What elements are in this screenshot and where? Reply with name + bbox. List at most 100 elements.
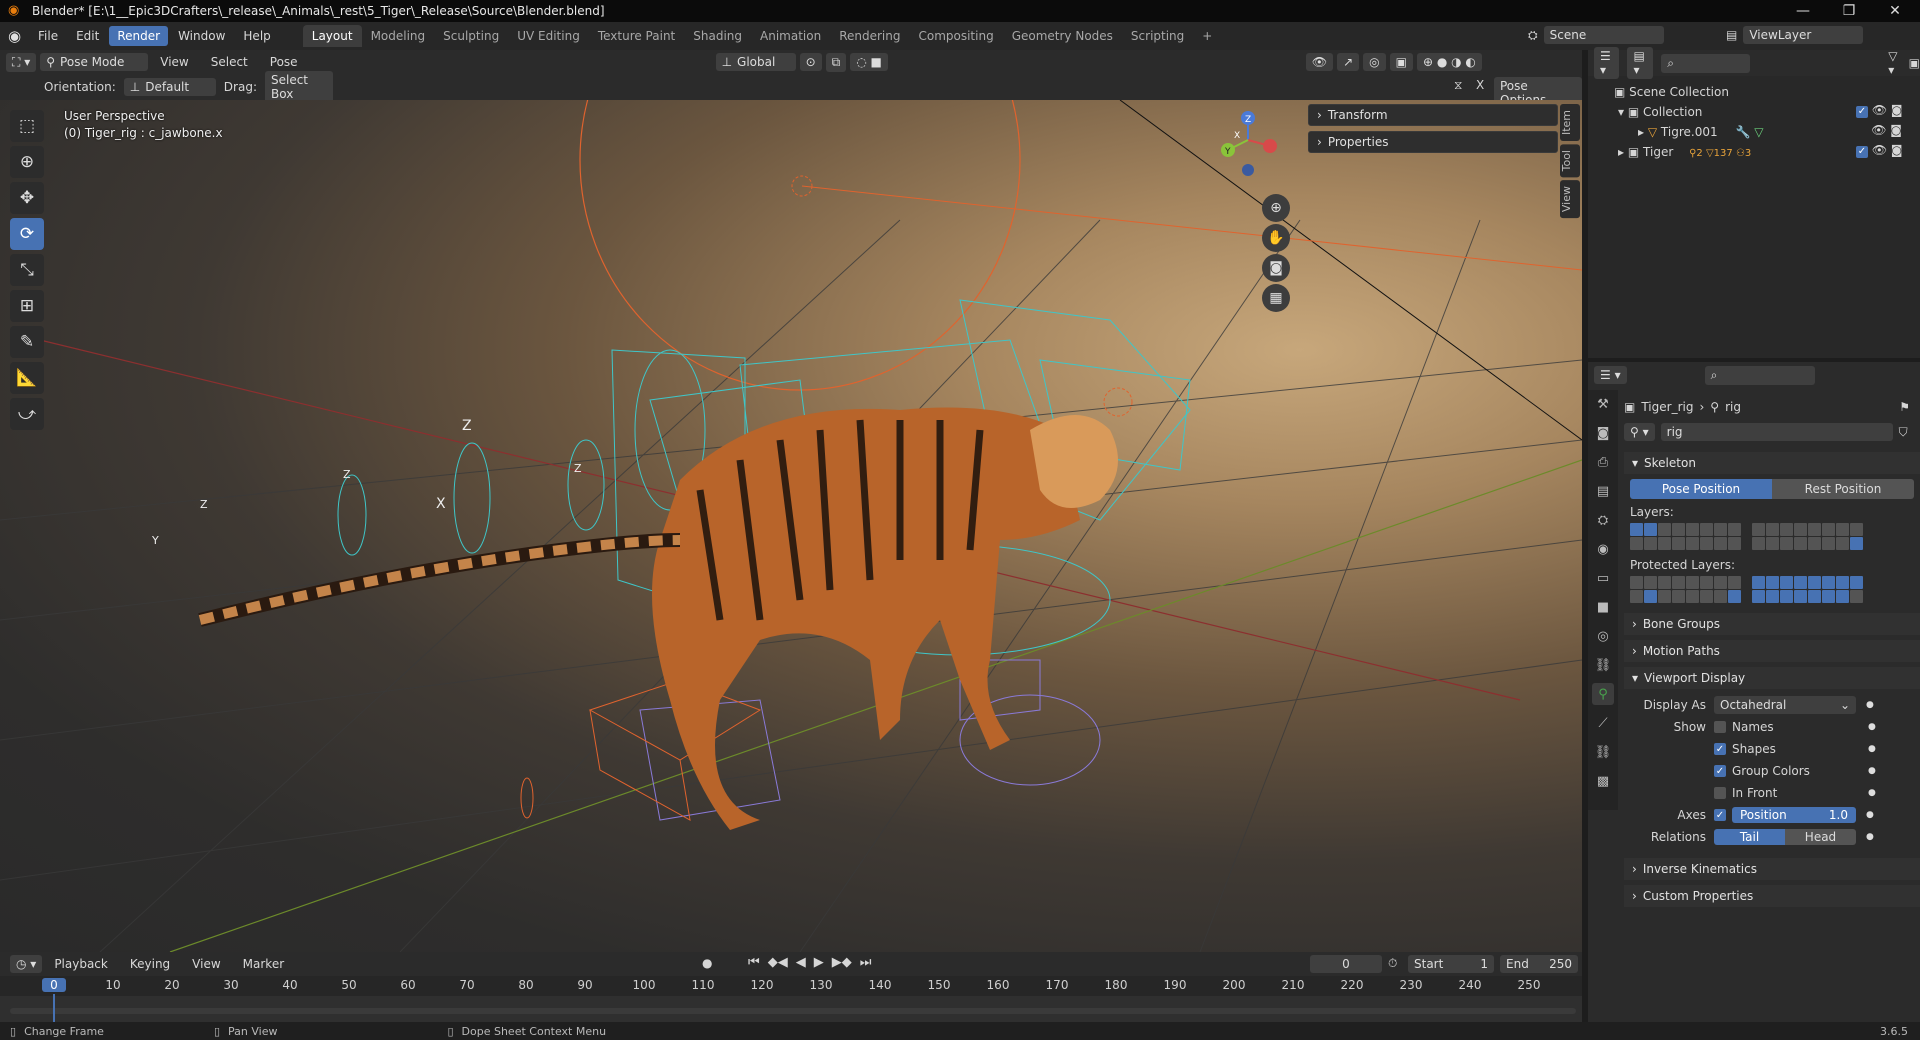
editor-type-icon[interactable]: ⛶ ▾ xyxy=(6,52,37,72)
frame-ruler[interactable]: 0 10 20 30 40 50 60 70 80 90 100 110 120 130 140 150 160… xyxy=(0,976,1582,996)
layer-toggle[interactable] xyxy=(1850,576,1863,589)
pose-position-button[interactable]: Pose Position xyxy=(1630,479,1772,499)
group-colors-checkbox[interactable]: ✓ xyxy=(1714,765,1726,777)
layer-toggle[interactable] xyxy=(1850,523,1863,536)
playhead[interactable] xyxy=(53,994,55,1022)
layer-toggle[interactable] xyxy=(1808,590,1821,603)
tab-uv-editing[interactable]: UV Editing xyxy=(508,25,589,47)
properties-panel-header[interactable]: › Properties xyxy=(1308,131,1558,153)
pin-icon[interactable]: ⚑ xyxy=(1899,400,1910,414)
skeleton-panel-header[interactable]: ▾ Skeleton xyxy=(1624,452,1920,474)
scene-name[interactable]: Scene xyxy=(1543,26,1664,44)
bone-groups-panel-header[interactable]: › Bone Groups xyxy=(1624,613,1920,635)
current-frame-field[interactable]: 0 xyxy=(1310,955,1382,973)
outliner-editor-icon[interactable]: ☰ ▾ xyxy=(1594,47,1620,79)
names-checkbox[interactable] xyxy=(1714,721,1726,733)
layer-toggle[interactable] xyxy=(1822,523,1835,536)
tab-sculpting[interactable]: Sculpting xyxy=(434,25,508,47)
keyframe-dot-icon[interactable]: ● xyxy=(1868,722,1876,732)
layer-toggle[interactable] xyxy=(1836,537,1849,550)
tab-view[interactable]: View xyxy=(1560,180,1580,219)
layer-toggle[interactable] xyxy=(1728,590,1741,603)
timeline-area[interactable]: 0 10 20 30 40 50 60 70 80 90 100 110 120 130 140 150 160… xyxy=(0,976,1582,1022)
output-icon[interactable]: ⎙ xyxy=(1592,451,1614,473)
layer-toggle[interactable] xyxy=(1836,576,1849,589)
visibility-icon[interactable]: 👁 xyxy=(1305,53,1334,71)
layer-toggle[interactable] xyxy=(1836,523,1849,536)
shapes-checkbox[interactable]: ✓ xyxy=(1714,743,1726,755)
next-keyframe-icon[interactable]: ▶◆ xyxy=(832,955,852,970)
layer-toggle[interactable] xyxy=(1728,537,1741,550)
layer-toggle[interactable] xyxy=(1728,523,1741,536)
shading-modes-icon[interactable]: ⊕ ● ◑ ◐ xyxy=(1416,53,1482,71)
tab-geometry-nodes[interactable]: Geometry Nodes xyxy=(1003,25,1122,47)
annotate-icon[interactable]: ✎ xyxy=(10,326,44,358)
layer-toggle[interactable] xyxy=(1700,523,1713,536)
timeline-editor-icon[interactable]: ◷ ▾ xyxy=(10,955,43,973)
layer-toggle[interactable] xyxy=(1794,576,1807,589)
layer-toggle[interactable] xyxy=(1752,590,1765,603)
layer-toggle[interactable] xyxy=(1630,590,1643,603)
keyframe-dot-icon[interactable]: ● xyxy=(1866,810,1874,820)
pivot-icon[interactable]: ⊙ xyxy=(799,53,822,71)
move-icon[interactable]: ✥ xyxy=(10,182,44,214)
drag-dropdown[interactable]: Select Box xyxy=(264,71,333,103)
menu-keying[interactable]: Keying xyxy=(122,954,178,974)
restore-button[interactable]: ❐ xyxy=(1826,0,1872,22)
layer-toggle[interactable] xyxy=(1836,590,1849,603)
layer-toggle[interactable] xyxy=(1850,590,1863,603)
viewlayer-selector[interactable]: ▤ ViewLayer xyxy=(1726,26,1864,44)
cursor-icon[interactable]: ⊕ xyxy=(10,146,44,178)
rotate-icon[interactable]: ⟳ xyxy=(10,218,44,250)
play-icon[interactable]: ▶ xyxy=(814,955,824,970)
layer-toggle[interactable] xyxy=(1644,537,1657,550)
zoom-icon[interactable]: ⊕ xyxy=(1262,194,1290,222)
end-frame-field[interactable]: End 250 xyxy=(1500,955,1578,973)
add-workspace-icon[interactable]: + xyxy=(1193,25,1221,47)
select-box-icon[interactable]: ⬚ xyxy=(10,110,44,142)
layer-toggle[interactable] xyxy=(1728,576,1741,589)
blender-menu-icon[interactable]: ◉ xyxy=(8,27,30,45)
layer-toggle[interactable] xyxy=(1672,537,1685,550)
tab-layout[interactable]: Layout xyxy=(302,25,362,47)
start-frame-field[interactable]: Start 1 xyxy=(1408,955,1494,973)
layer-toggle[interactable] xyxy=(1780,576,1793,589)
camera-view-icon[interactable]: ◙ xyxy=(1262,254,1290,282)
in-front-checkbox[interactable] xyxy=(1714,787,1726,799)
custom-properties-panel-header[interactable]: › Custom Properties xyxy=(1624,885,1920,907)
layer-toggle[interactable] xyxy=(1658,537,1671,550)
proportional-icon[interactable]: ◌ ■ xyxy=(850,53,888,71)
tab-shading[interactable]: Shading xyxy=(684,25,751,47)
layer-toggle[interactable] xyxy=(1850,537,1863,550)
layer-toggle[interactable] xyxy=(1766,576,1779,589)
object-constraints-icon[interactable]: ⛓ xyxy=(1592,654,1614,676)
close-button[interactable]: ✕ xyxy=(1872,0,1918,22)
layer-toggle[interactable] xyxy=(1780,523,1793,536)
world-icon[interactable]: ◉ xyxy=(1592,538,1614,560)
layer-toggle[interactable] xyxy=(1752,523,1765,536)
menu-marker[interactable]: Marker xyxy=(235,954,292,974)
layer-toggle[interactable] xyxy=(1700,590,1713,603)
layer-toggle[interactable] xyxy=(1714,576,1727,589)
axes-checkbox[interactable]: ✓ xyxy=(1714,809,1726,821)
layer-toggle[interactable] xyxy=(1630,537,1643,550)
mirror-icon[interactable]: ⧖ xyxy=(1454,78,1462,93)
transform-panel-header[interactable]: › Transform xyxy=(1308,104,1558,126)
layer-toggle[interactable] xyxy=(1672,523,1685,536)
bone-props-icon[interactable]: ⟋ xyxy=(1592,712,1614,734)
menu-window[interactable]: Window xyxy=(170,26,233,46)
layer-toggle[interactable] xyxy=(1630,523,1643,536)
gizmo-toggle-icon[interactable]: ↗ xyxy=(1337,53,1360,71)
view-layer-icon[interactable]: ▤ xyxy=(1592,480,1614,502)
layer-toggle[interactable] xyxy=(1752,576,1765,589)
layer-toggle[interactable] xyxy=(1752,537,1765,550)
scale-icon[interactable]: ⤡ xyxy=(10,254,44,286)
navigation-gizmo[interactable]: Z Y X xyxy=(1216,108,1286,178)
snap-icon[interactable]: ⧉ xyxy=(825,52,847,72)
layer-toggle[interactable] xyxy=(1644,576,1657,589)
render-icon[interactable]: ◙ xyxy=(1592,422,1614,444)
layer-toggle[interactable] xyxy=(1658,590,1671,603)
menu-edit[interactable]: Edit xyxy=(68,26,107,46)
properties-editor-icon[interactable]: ☰ ▾ xyxy=(1594,366,1627,384)
relations-tail-button[interactable]: Tail xyxy=(1714,829,1785,845)
